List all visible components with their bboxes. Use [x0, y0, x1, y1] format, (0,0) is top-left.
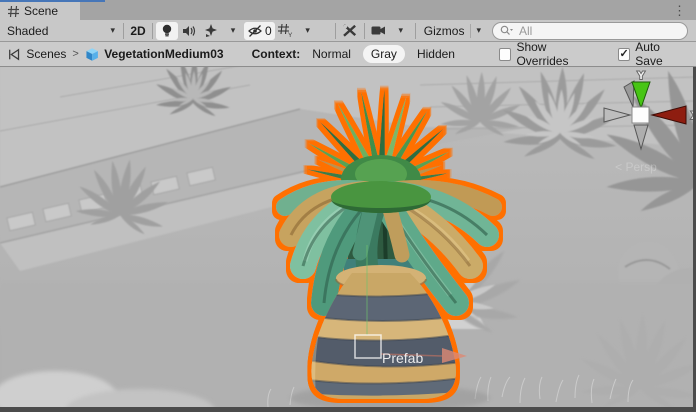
- camera-icon: [371, 25, 386, 36]
- context-label: Context:: [252, 47, 301, 61]
- chevron-down-icon: ▾: [110, 25, 115, 36]
- context-option-gray[interactable]: Gray: [363, 45, 405, 63]
- breadcrumb-chevron: >: [72, 48, 78, 60]
- overlay-tools-button[interactable]: [339, 22, 361, 40]
- scene-search[interactable]: [492, 22, 688, 40]
- show-overrides-checkbox[interactable]: Show Overrides: [499, 40, 598, 68]
- lightbulb-icon: [161, 24, 173, 38]
- gizmo-center-cube[interactable]: [632, 107, 649, 123]
- search-input[interactable]: [517, 23, 680, 39]
- prefab-bar: Scenes > VegetationMedium03 Context: Nor…: [0, 42, 696, 67]
- camera-dropdown[interactable]: ▾: [390, 22, 412, 40]
- prefab-cube-icon: [85, 47, 99, 62]
- back-arrow-icon[interactable]: [8, 48, 21, 61]
- breadcrumb-scenes[interactable]: Scenes: [26, 47, 66, 61]
- 2d-toggle[interactable]: 2D: [127, 22, 149, 40]
- scene-toolbar: Shaded ▾ 2D: [0, 20, 696, 42]
- window-edge-bottom: [0, 407, 696, 412]
- search-icon: [500, 25, 513, 36]
- chevron-down-icon: ▾: [470, 24, 481, 38]
- chevron-down-icon: ▾: [231, 25, 236, 36]
- svg-text:Y: Y: [288, 32, 293, 37]
- camera-button[interactable]: [368, 22, 390, 40]
- tab-label: Scene: [24, 4, 58, 18]
- divider: [152, 23, 153, 39]
- scene-viewport[interactable]: Prefab Y X < Persp: [0, 67, 696, 412]
- focus-accent-line: [0, 0, 105, 2]
- checkbox-box[interactable]: ✓: [618, 48, 630, 61]
- scene-visibility-toggle[interactable]: 0: [244, 22, 275, 40]
- show-overrides-label: Show Overrides: [516, 40, 597, 68]
- divider: [123, 23, 124, 39]
- eye-slash-icon: [247, 25, 263, 37]
- tools-icon: [343, 24, 357, 37]
- auto-save-label: Auto Save: [635, 40, 688, 68]
- grid-visibility-toggle[interactable]: Y: [275, 22, 297, 40]
- camera-mode-label[interactable]: < Persp: [615, 160, 657, 174]
- gizmos-dropdown[interactable]: Gizmos ▾: [419, 22, 486, 40]
- audio-toggle[interactable]: [178, 22, 200, 40]
- drag-ghost-label: Prefab: [382, 350, 423, 366]
- chevron-down-icon: ▾: [399, 25, 404, 36]
- y-axis-label: Y: [637, 70, 645, 82]
- unity-scene-window: Scene ⋮ Shaded ▾ 2D: [0, 0, 696, 412]
- checkbox-box[interactable]: [499, 48, 511, 61]
- tab-scene[interactable]: Scene: [0, 2, 80, 20]
- effects-dropdown[interactable]: ▾: [222, 22, 244, 40]
- draw-mode-label: Shaded: [7, 24, 48, 38]
- divider: [415, 23, 416, 39]
- divider: [364, 23, 365, 39]
- tab-bar: Scene ⋮: [0, 0, 696, 20]
- effects-star-icon: [204, 24, 218, 37]
- hidden-count: 0: [265, 24, 272, 38]
- kebab-menu-icon[interactable]: ⋮: [673, 2, 686, 20]
- breadcrumb-prefab-name[interactable]: VegetationMedium03: [104, 47, 223, 61]
- chevron-down-icon: ▾: [305, 25, 310, 36]
- context-option-normal[interactable]: Normal: [304, 45, 359, 63]
- grid-axis-icon: Y: [278, 24, 293, 37]
- draw-mode-dropdown[interactable]: Shaded ▾: [2, 22, 120, 40]
- lighting-toggle[interactable]: [156, 22, 178, 40]
- grid-dropdown[interactable]: ▾: [297, 22, 319, 40]
- context-option-hidden[interactable]: Hidden: [409, 45, 463, 63]
- speaker-icon: [182, 25, 196, 37]
- gizmos-label: Gizmos: [424, 24, 465, 38]
- effects-toggle[interactable]: [200, 22, 222, 40]
- divider: [335, 23, 336, 39]
- scene-tab-grid-icon: [8, 6, 19, 17]
- auto-save-checkbox[interactable]: ✓ Auto Save: [618, 40, 688, 68]
